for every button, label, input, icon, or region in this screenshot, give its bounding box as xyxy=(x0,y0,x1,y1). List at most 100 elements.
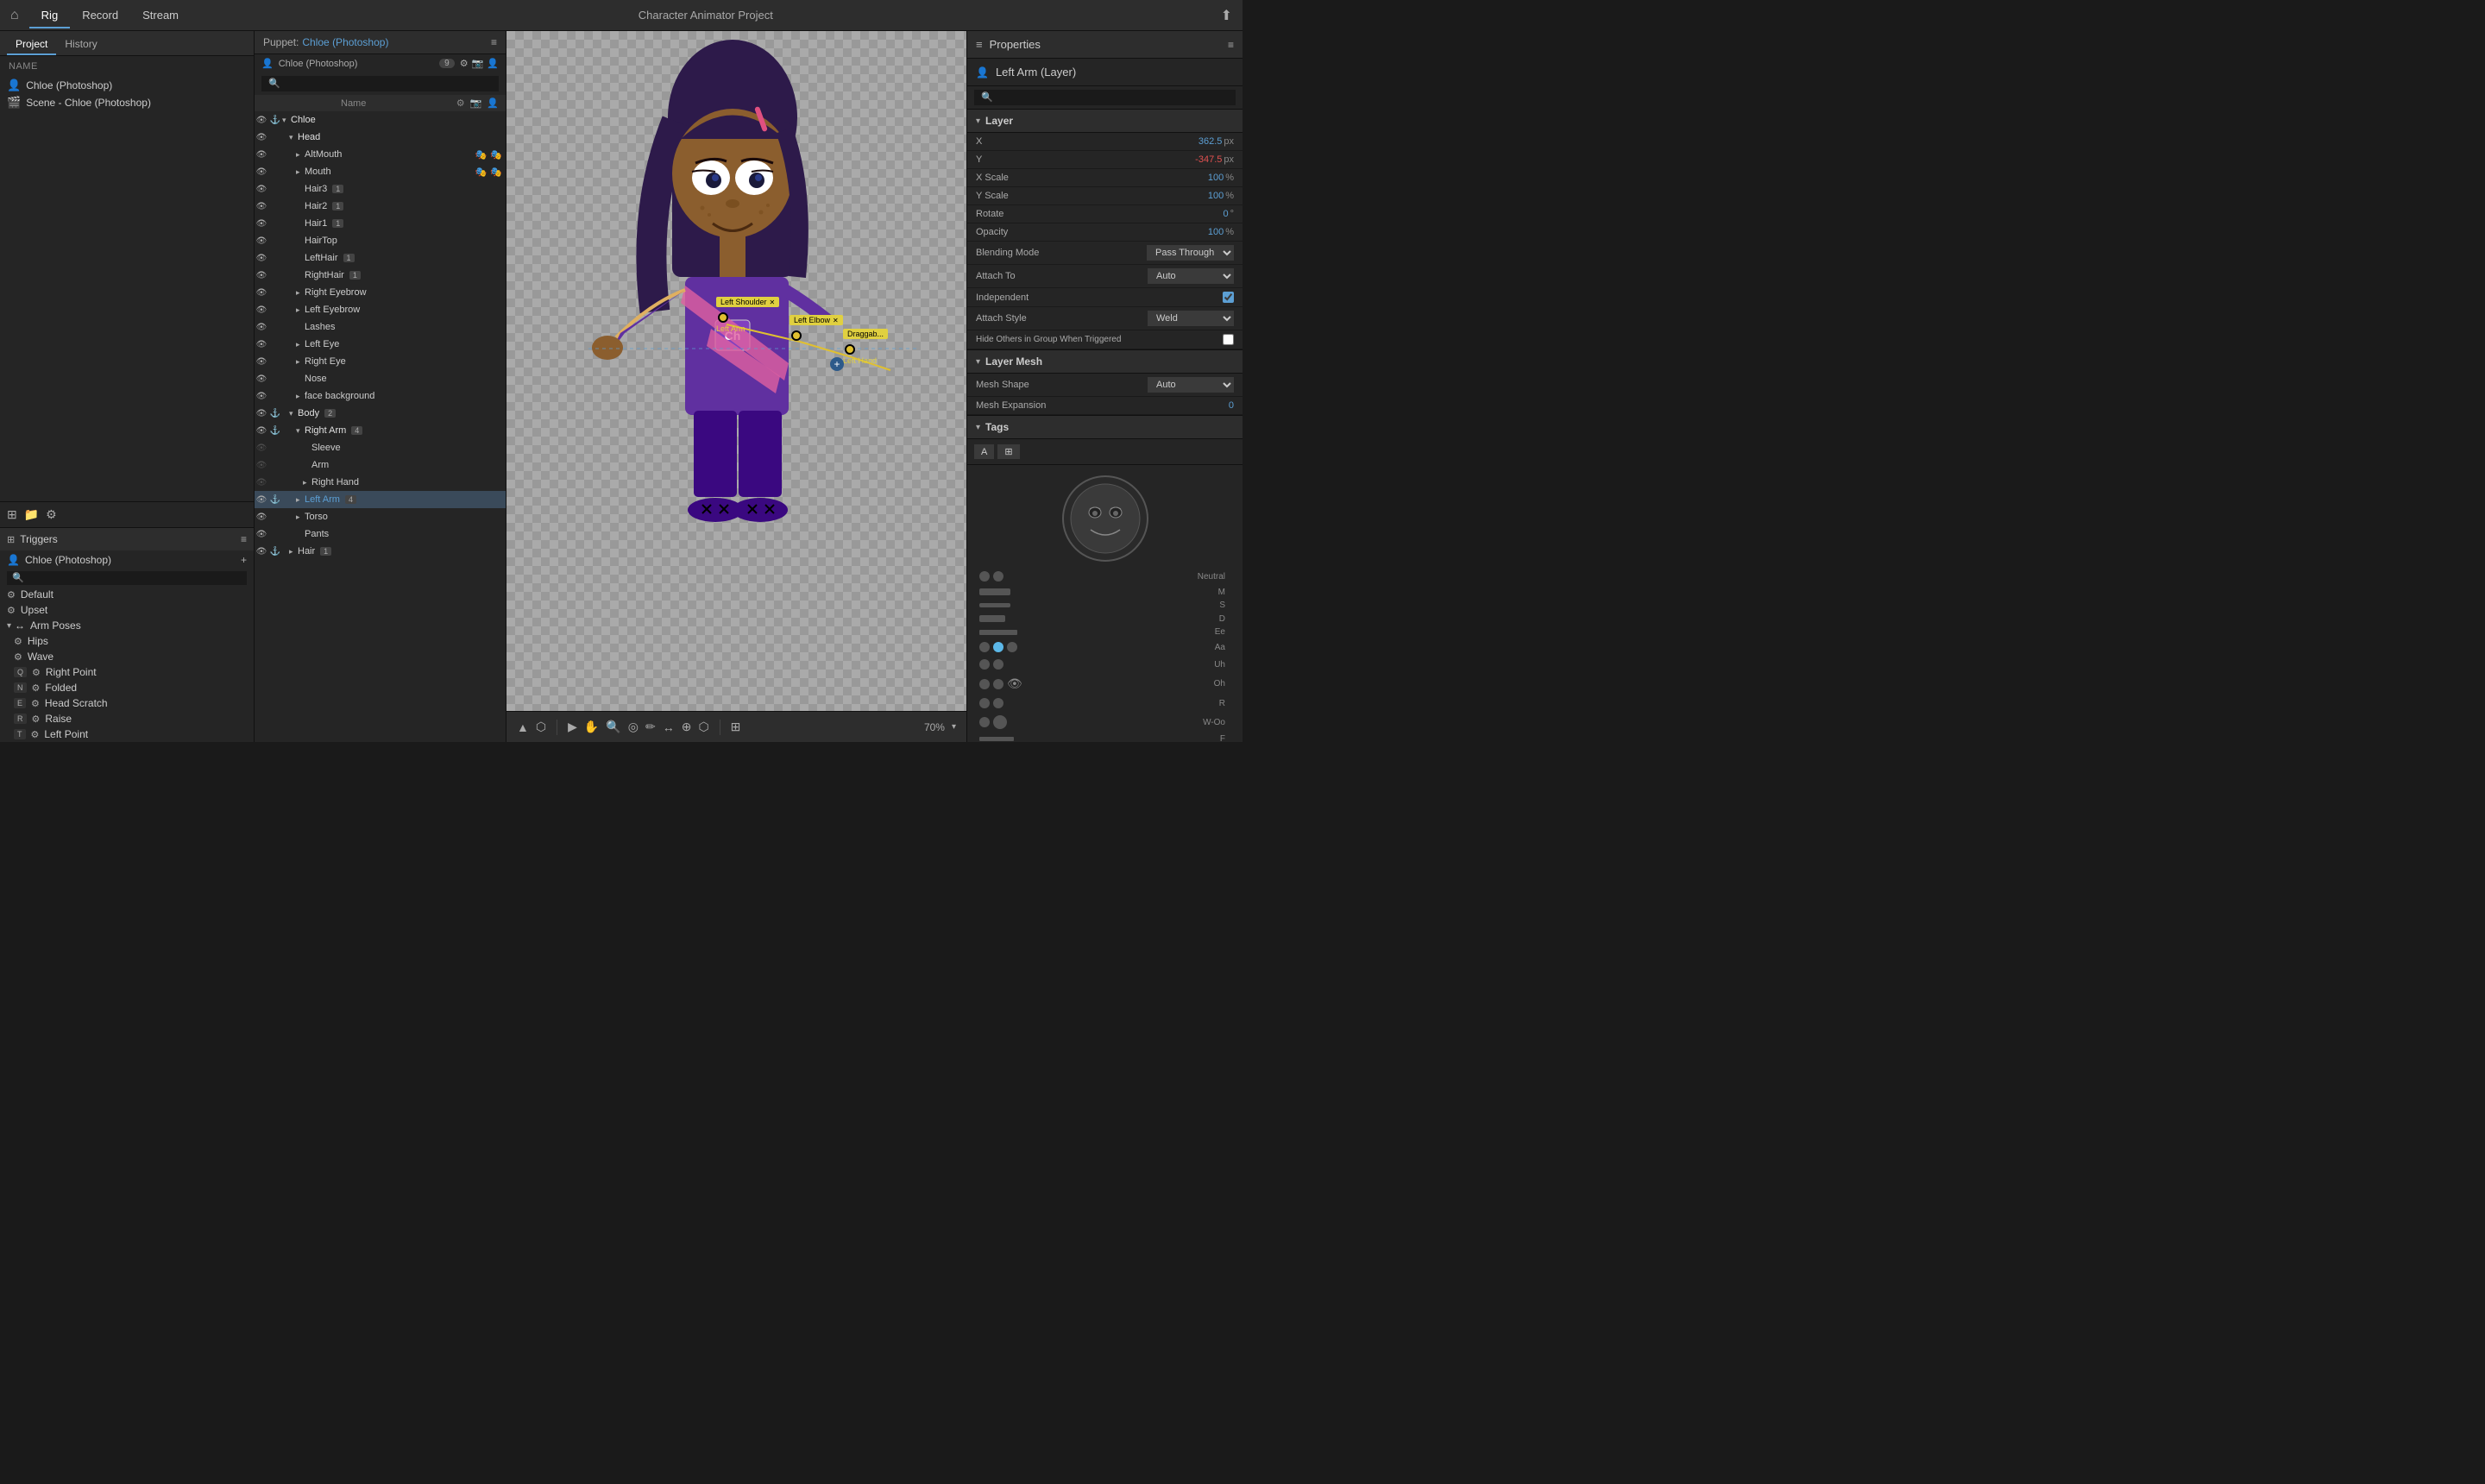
layer-vis-pants[interactable]: 👁 xyxy=(255,530,268,539)
ct-warning-icon[interactable]: ▲ xyxy=(517,720,529,734)
props-menu-icon[interactable]: ≡ xyxy=(1228,39,1234,51)
layer-right-hand[interactable]: 👁 ▸ Right Hand xyxy=(255,474,506,491)
prop-rotate-value[interactable]: 0 xyxy=(1177,209,1229,219)
viseme-mouth-d[interactable] xyxy=(979,615,1005,622)
project-item-chloe[interactable]: 👤 Chloe (Photoshop) xyxy=(0,77,254,94)
layer-arrow-altmouth[interactable]: ▸ xyxy=(296,150,305,160)
trigger-default[interactable]: ⚙ Default xyxy=(0,587,254,602)
layer-vis-righthair[interactable]: 👁 xyxy=(255,271,268,280)
layer-vis-right-arm[interactable]: 👁 xyxy=(255,426,268,436)
layer-anchor-hair-bottom[interactable]: ⚓ xyxy=(268,547,282,556)
trigger-right-point[interactable]: Q ⚙ Right Point xyxy=(0,664,254,680)
layer-left-eye[interactable]: 👁 ▸ Left Eye xyxy=(255,336,506,353)
layer-mouth[interactable]: 👁 ▸ Mouth 🎭 🎭 xyxy=(255,163,506,180)
layer-arrow-chloe[interactable]: ▾ xyxy=(282,116,291,125)
layer-right-eye[interactable]: 👁 ▸ Right Eye xyxy=(255,353,506,370)
layer-vis-hair2[interactable]: 👁 xyxy=(255,202,268,211)
top-tab-record[interactable]: Record xyxy=(70,5,130,25)
layer-arrow-right-eyebrow[interactable]: ▸ xyxy=(296,288,305,298)
layer-arrow-right-eye[interactable]: ▸ xyxy=(296,357,305,367)
puppet-person2-icon[interactable]: 👤 xyxy=(487,58,499,69)
layer-face-background[interactable]: 👁 ▸ face background xyxy=(255,387,506,405)
layer-lashes[interactable]: 👁 Lashes xyxy=(255,318,506,336)
layer-vis-body[interactable]: 👁 xyxy=(255,409,268,418)
layer-arm[interactable]: 👁 Arm xyxy=(255,456,506,474)
layer-vis-mouth[interactable]: 👁 xyxy=(255,167,268,177)
prop-yscale-value[interactable]: 100 xyxy=(1172,191,1224,201)
trigger-raise[interactable]: R ⚙ Raise xyxy=(0,711,254,726)
layer-left-eyebrow[interactable]: 👁 ▸ Left Eyebrow xyxy=(255,301,506,318)
prop-mesh-expansion-value[interactable]: 0 xyxy=(1182,400,1234,411)
ct-hand-icon[interactable]: ✋ xyxy=(584,720,599,734)
viseme-mouth-f[interactable] xyxy=(979,737,1014,741)
layer-section-header[interactable]: ▾ Layer xyxy=(967,110,1242,133)
layer-head[interactable]: 👁 ▾ Head xyxy=(255,129,506,146)
layer-arrow-left-eye[interactable]: ▸ xyxy=(296,340,305,349)
layer-vis-lashes[interactable]: 👁 xyxy=(255,323,268,332)
puppet-settings-icon[interactable]: ⚙ xyxy=(460,58,469,69)
layer-sleeve[interactable]: 👁 Sleeve xyxy=(255,439,506,456)
prop-mesh-shape-select[interactable]: Auto Rectangle xyxy=(1148,377,1234,393)
tags-section-header[interactable]: ▾ Tags xyxy=(967,416,1242,439)
puppet-panel-name[interactable]: Chloe (Photoshop) xyxy=(302,36,388,48)
layer-arrow-body[interactable]: ▾ xyxy=(289,409,298,418)
layer-anchor-body[interactable]: ⚓ xyxy=(268,409,282,418)
layer-arrow-face-bg[interactable]: ▸ xyxy=(296,392,305,401)
layer-nose[interactable]: 👁 Nose xyxy=(255,370,506,387)
ct-target-icon[interactable]: ⊕ xyxy=(682,720,692,734)
trigger-left-point[interactable]: T ⚙ Left Point xyxy=(0,726,254,742)
viseme-mouth-s[interactable] xyxy=(979,603,1010,607)
layer-vis-left-eye[interactable]: 👁 xyxy=(255,340,268,349)
top-tab-rig[interactable]: Rig xyxy=(29,5,71,25)
trigger-wave[interactable]: ⚙ Wave xyxy=(0,649,254,664)
layer-anchor-right-arm[interactable]: ⚓ xyxy=(268,426,282,436)
ct-arrows-icon[interactable]: ↔ xyxy=(663,720,675,734)
layer-vis-lefthair[interactable]: 👁 xyxy=(255,254,268,263)
puppet-camera-icon[interactable]: 📷 xyxy=(472,58,484,69)
puppet-search-input[interactable] xyxy=(261,76,499,91)
top-tab-stream[interactable]: Stream xyxy=(130,5,191,25)
layer-arrow-left-eyebrow[interactable]: ▸ xyxy=(296,305,305,315)
trigger-hips[interactable]: ⚙ Hips xyxy=(0,633,254,649)
prop-x-value[interactable]: 362.5 xyxy=(1170,136,1222,147)
layer-vis-hairtop[interactable]: 👁 xyxy=(255,236,268,246)
props-search-input[interactable] xyxy=(974,90,1236,105)
upload-icon[interactable]: ⬆ xyxy=(1221,7,1232,24)
layer-hairtop[interactable]: 👁 HairTop xyxy=(255,232,506,249)
layer-vis-face-bg[interactable]: 👁 xyxy=(255,392,268,401)
layer-vis-right-eye[interactable]: 👁 xyxy=(255,357,268,367)
viseme-mouth-ee[interactable] xyxy=(979,630,1017,635)
layer-vis-hair1[interactable]: 👁 xyxy=(255,219,268,229)
folder-icon[interactable]: 📁 xyxy=(24,507,39,522)
layer-chloe[interactable]: 👁 ⚓ ▾ Chloe xyxy=(255,111,506,129)
ct-grid2-icon[interactable]: ⊞ xyxy=(731,720,741,734)
layer-arrow-right-arm[interactable]: ▾ xyxy=(296,426,305,436)
zoom-dropdown-icon[interactable]: ▾ xyxy=(952,722,956,732)
layer-vis-nose[interactable]: 👁 xyxy=(255,374,268,384)
ct-zoom-icon[interactable]: 🔍 xyxy=(606,720,620,734)
layer-righthair[interactable]: 👁 RightHair 1 xyxy=(255,267,506,284)
home-icon[interactable]: ⌂ xyxy=(10,8,19,23)
layer-arrow-hair-bottom[interactable]: ▸ xyxy=(289,547,298,556)
viseme-dot-aa-active[interactable] xyxy=(993,642,1003,652)
layer-right-arm[interactable]: 👁 ⚓ ▾ Right Arm 4 xyxy=(255,422,506,439)
tags-grid-button[interactable]: ⊞ xyxy=(997,444,1019,459)
prop-opacity-value[interactable]: 100 xyxy=(1172,227,1224,237)
prop-independent-checkbox[interactable] xyxy=(1223,292,1234,303)
prop-xscale-value[interactable]: 100 xyxy=(1172,173,1224,183)
trigger-head-scratch[interactable]: E ⚙ Head Scratch xyxy=(0,695,254,711)
project-item-scene[interactable]: 🎬 Scene - Chloe (Photoshop) xyxy=(0,94,254,111)
layer-vis-left-arm[interactable]: 👁 xyxy=(255,495,268,505)
layer-vis-chloe[interactable]: 👁 xyxy=(255,116,268,125)
trigger-folded[interactable]: N ⚙ Folded xyxy=(0,680,254,695)
layer-pants[interactable]: 👁 Pants xyxy=(255,525,506,543)
layer-vis-right-eyebrow[interactable]: 👁 xyxy=(255,288,268,298)
left-tab-project[interactable]: Project xyxy=(7,35,56,55)
layer-vis-left-eyebrow[interactable]: 👁 xyxy=(255,305,268,315)
layer-arrow-mouth[interactable]: ▸ xyxy=(296,167,305,177)
tags-a-button[interactable]: A xyxy=(974,444,994,459)
prop-blending-select[interactable]: Pass Through Normal Multiply Screen xyxy=(1147,245,1234,261)
layer-body[interactable]: 👁 ⚓ ▾ Body 2 xyxy=(255,405,506,422)
layer-hair1[interactable]: 👁 Hair1 1 xyxy=(255,215,506,232)
prop-hide-others-checkbox[interactable] xyxy=(1223,334,1234,345)
